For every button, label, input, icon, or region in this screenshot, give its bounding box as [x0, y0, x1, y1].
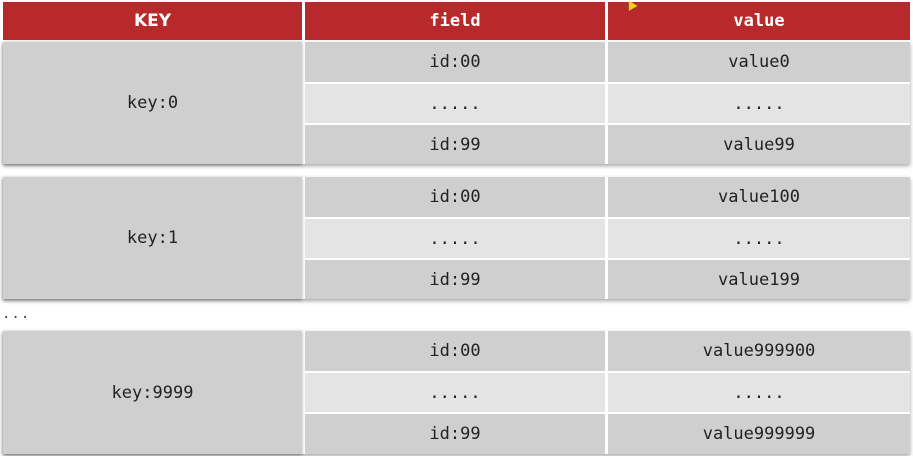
field-cell: id:00: [305, 42, 605, 82]
key-cell-1: key:1: [3, 177, 302, 299]
field-cell: id:99: [305, 414, 605, 454]
key-cell-9999: key:9999: [3, 331, 302, 454]
header-key: KEY: [3, 2, 302, 40]
gap-ellipsis: ...: [2, 306, 31, 322]
field-cell: id:99: [305, 125, 605, 164]
value-cell: value999999: [608, 414, 910, 454]
value-cell: value100: [608, 177, 910, 217]
field-cell: id:00: [305, 177, 605, 217]
field-cell: .....: [305, 373, 605, 412]
field-cell: id:99: [305, 260, 605, 299]
field-cell: .....: [305, 219, 605, 258]
field-cell: id:00: [305, 331, 605, 371]
value-cell: value199: [608, 260, 910, 299]
header-value: value: [608, 2, 910, 40]
value-cell: .....: [608, 219, 910, 258]
value-cell: value0: [608, 42, 910, 82]
value-cell: value99: [608, 125, 910, 164]
value-cell: .....: [608, 84, 910, 123]
value-cell: .....: [608, 373, 910, 412]
field-cell: .....: [305, 84, 605, 123]
value-cell: value999900: [608, 331, 910, 371]
header-field: field: [305, 2, 605, 40]
key-cell-0: key:0: [3, 42, 302, 164]
